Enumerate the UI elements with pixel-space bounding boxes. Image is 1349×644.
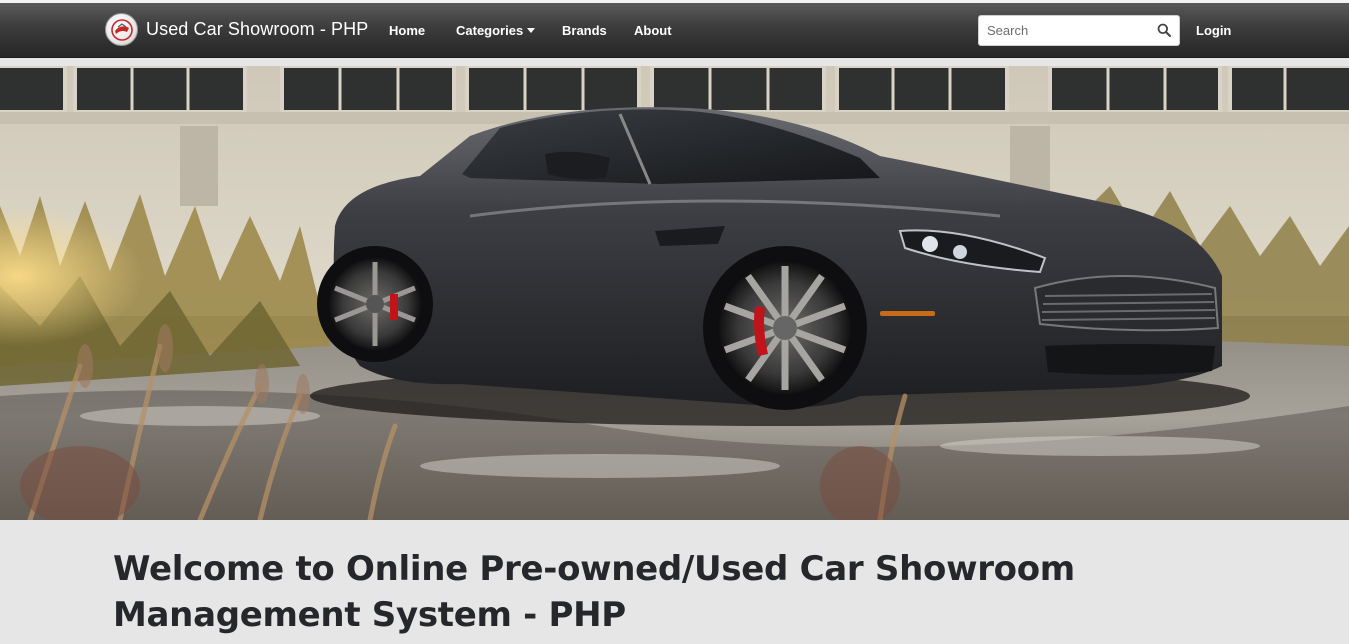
brand-link[interactable]: Used Car Showroom - PHP xyxy=(105,13,368,46)
nav-home[interactable]: Home xyxy=(389,23,425,38)
nav-brands[interactable]: Brands xyxy=(562,23,607,38)
search-button[interactable] xyxy=(1155,21,1173,39)
nav-categories-label: Categories xyxy=(456,23,524,38)
sports-car-photo xyxy=(0,66,1349,520)
hero-banner xyxy=(0,66,1349,520)
search-form xyxy=(978,15,1180,46)
nav-categories-dropdown[interactable]: Categories xyxy=(456,23,536,38)
top-navbar: Used Car Showroom - PHP Home Categories … xyxy=(0,3,1349,58)
brand-logo-icon xyxy=(105,13,138,46)
caret-down-icon xyxy=(527,28,536,33)
nav-about[interactable]: About xyxy=(634,23,672,38)
brand-name: Used Car Showroom - PHP xyxy=(146,19,369,39)
login-link[interactable]: Login xyxy=(1196,23,1231,38)
welcome-heading: Welcome to Online Pre-owned/Used Car Sho… xyxy=(113,549,1075,635)
search-input[interactable] xyxy=(979,16,1149,45)
search-icon xyxy=(1157,23,1171,37)
